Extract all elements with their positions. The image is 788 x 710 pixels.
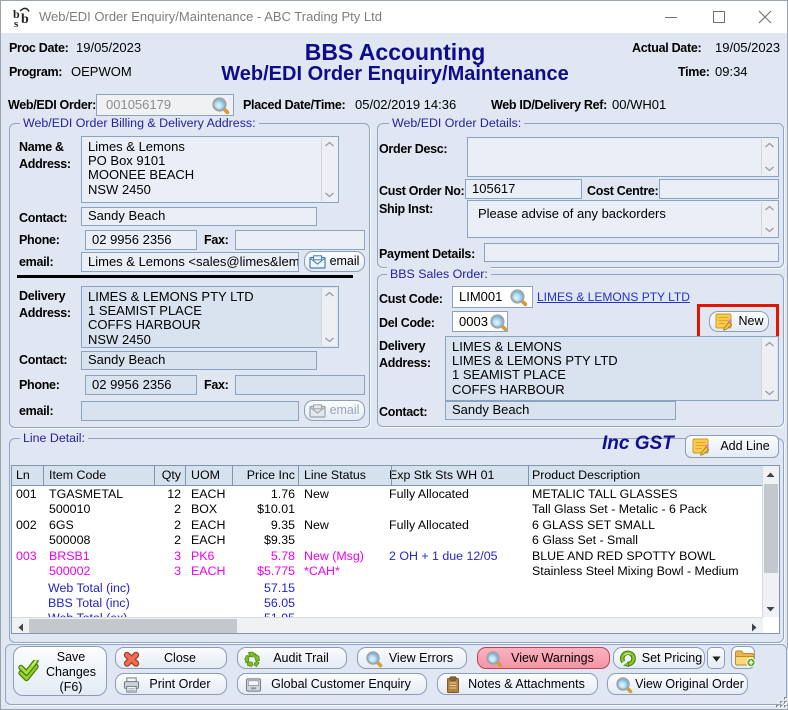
svg-text:b: b (21, 12, 29, 27)
svg-text:s: s (14, 18, 19, 28)
